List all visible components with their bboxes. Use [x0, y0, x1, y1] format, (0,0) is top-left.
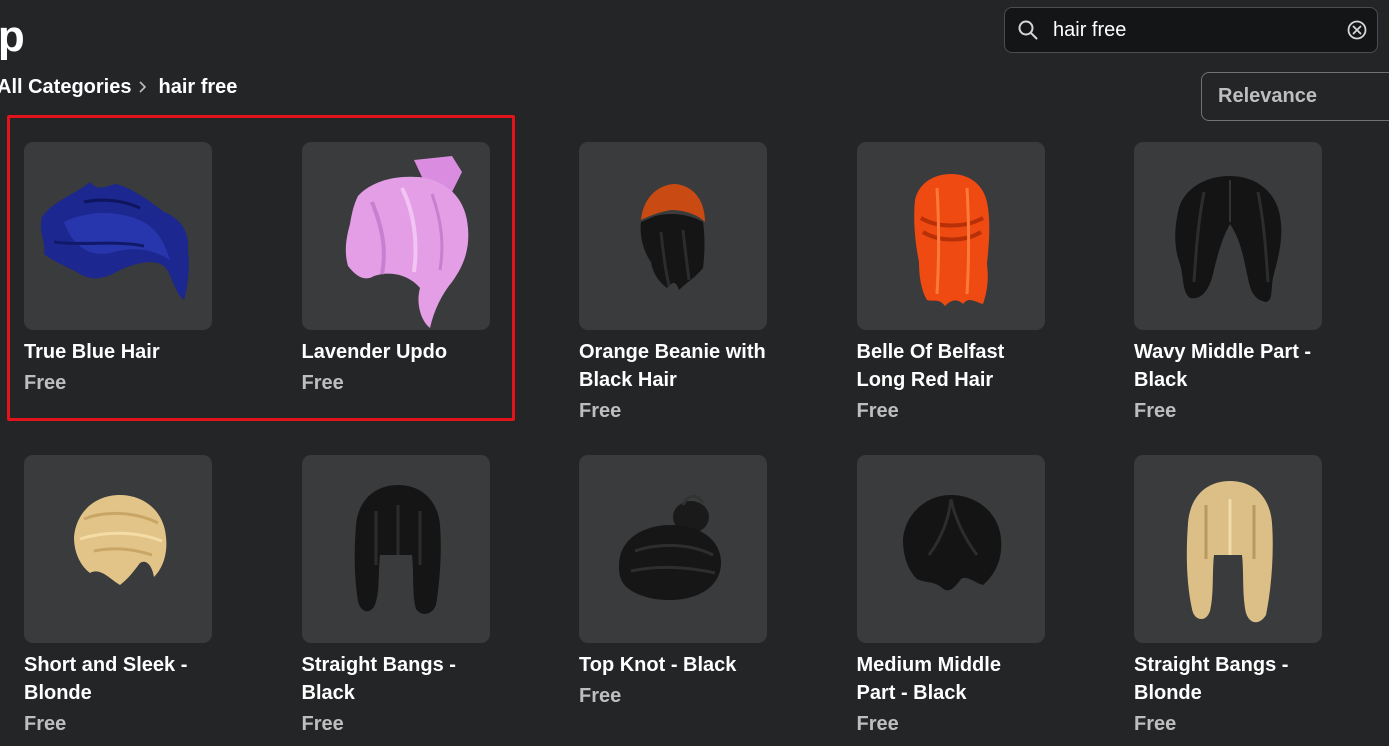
search-input[interactable] — [1053, 10, 1346, 50]
item-card[interactable]: Wavy Middle Part - Black Free — [1134, 142, 1322, 442]
clear-search-icon[interactable] — [1346, 19, 1368, 41]
item-price: Free — [856, 713, 899, 735]
item-name[interactable]: Straight Bangs - Black — [302, 651, 490, 707]
breadcrumb-all-categories[interactable]: All Categories — [0, 76, 131, 99]
lavender-updo-icon — [345, 156, 468, 328]
search-box[interactable] — [1004, 7, 1378, 53]
item-price: Free — [301, 713, 344, 735]
search-icon — [1018, 20, 1038, 40]
item-thumbnail[interactable] — [856, 455, 1045, 643]
item-name[interactable]: Short and Sleek - Blonde — [24, 651, 212, 707]
medium-middle-part-black-icon — [902, 495, 1001, 591]
item-thumbnail[interactable] — [301, 142, 490, 330]
item-name[interactable]: Lavender Updo — [302, 338, 490, 366]
short-blonde-hair-icon — [74, 495, 167, 585]
item-name[interactable]: True Blue Hair — [24, 338, 212, 366]
breadcrumb: All Categories hair free — [0, 74, 237, 100]
orange-beanie-hair-icon — [640, 184, 705, 290]
item-price: Free — [301, 372, 344, 394]
page-title: op — [0, 12, 25, 61]
item-card[interactable]: Belle Of Belfast Long Red Hair Free — [856, 142, 1045, 442]
item-name[interactable]: Top Knot - Black — [579, 651, 767, 679]
item-name[interactable]: Medium Middle Part - Black — [857, 651, 1045, 707]
wavy-black-hair-icon — [1175, 176, 1282, 302]
item-thumbnail[interactable] — [24, 142, 212, 330]
item-card[interactable]: Top Knot - Black Free — [579, 455, 767, 746]
item-thumbnail[interactable] — [856, 142, 1045, 330]
item-thumbnail[interactable] — [579, 142, 767, 330]
item-name[interactable]: Orange Beanie with Black Hair — [579, 338, 767, 394]
item-thumbnail[interactable] — [24, 455, 212, 643]
chevron-right-icon — [139, 81, 147, 93]
straight-bangs-blonde-icon — [1186, 481, 1273, 623]
item-price: Free — [579, 400, 622, 422]
top-knot-black-icon — [619, 495, 721, 601]
sort-dropdown[interactable]: Relevance — [1201, 72, 1389, 121]
sort-selected-label: Relevance — [1218, 85, 1317, 107]
item-card[interactable]: True Blue Hair Free — [24, 142, 212, 442]
item-thumbnail[interactable] — [301, 455, 490, 643]
item-price: Free — [24, 372, 67, 394]
item-price: Free — [1134, 400, 1177, 422]
blue-hair-icon — [40, 182, 189, 300]
breadcrumb-current: hair free — [158, 75, 238, 98]
item-name[interactable]: Straight Bangs - Blonde — [1134, 651, 1322, 707]
item-card[interactable]: Orange Beanie with Black Hair Free — [579, 142, 767, 442]
item-card[interactable]: Medium Middle Part - Black Free — [856, 455, 1045, 746]
item-thumbnail[interactable] — [1134, 455, 1322, 643]
item-grid: True Blue Hair Free Lavender Updo Free O… — [24, 142, 1322, 746]
item-price: Free — [1134, 713, 1177, 735]
item-card[interactable]: Straight Bangs - Blonde Free — [1134, 455, 1322, 746]
straight-bangs-black-icon — [354, 485, 441, 614]
item-name[interactable]: Wavy Middle Part - Black — [1134, 338, 1322, 394]
item-card[interactable]: Short and Sleek - Blonde Free — [24, 455, 212, 746]
item-thumbnail[interactable] — [579, 455, 767, 643]
item-price: Free — [579, 685, 622, 707]
item-thumbnail[interactable] — [1134, 142, 1322, 330]
catalog-page: op All Categories hair free Relevance — [0, 0, 1389, 746]
item-card[interactable]: Straight Bangs - Black Free — [301, 455, 490, 746]
item-price: Free — [856, 400, 899, 422]
item-price: Free — [24, 713, 67, 735]
long-red-hair-icon — [913, 174, 989, 306]
item-name[interactable]: Belle Of Belfast Long Red Hair — [857, 338, 1045, 394]
item-card[interactable]: Lavender Updo Free — [301, 142, 490, 442]
